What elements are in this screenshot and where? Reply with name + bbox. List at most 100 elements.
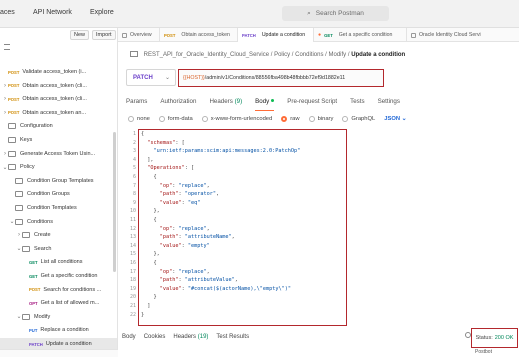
import-button[interactable]: Import — [92, 30, 116, 40]
tab-label: Pre-request Script — [287, 98, 338, 105]
tab-tests[interactable]: Tests — [350, 98, 364, 108]
top-bar: aces API Network Explore ⌕ Search Postma… — [0, 0, 519, 28]
sidebar-request[interactable]: PUT Replace a condition — [0, 324, 117, 336]
sidebar-request[interactable]: › POST Obtain access_token an... — [0, 107, 117, 119]
sidebar-scrollbar[interactable] — [113, 132, 116, 272]
code-line: }, — [141, 208, 160, 215]
line-number: 2 — [132, 139, 136, 146]
code-token: }, — [141, 208, 160, 215]
tab-pre-request-script[interactable]: Pre-request Script — [287, 98, 337, 108]
nav-explore[interactable]: Explore — [90, 9, 114, 16]
radio-none[interactable]: none — [128, 116, 150, 122]
tab-label: Tests — [350, 98, 365, 105]
sidebar-item-label: Get a specific condition — [40, 273, 98, 279]
sidebar-folder[interactable]: ⌄ Conditions — [0, 216, 117, 228]
tab-label: Obtain access_token — [181, 32, 230, 38]
code-line: "path": "operator", — [141, 191, 219, 197]
tab-label: Settings — [377, 98, 400, 105]
code-line: { — [141, 174, 157, 180]
sidebar-item-label: Obtain access_token (cli... — [22, 96, 87, 103]
radio-raw[interactable]: raw — [281, 116, 300, 122]
tab-update-condition[interactable]: PATCH Update a condition — [238, 28, 314, 42]
sidebar-folder[interactable]: Condition Templates — [0, 202, 117, 214]
response-tab-cookies[interactable]: Cookies — [144, 334, 166, 340]
sidebar-item-label: Generate Access Token Usin... — [20, 150, 96, 157]
sidebar-item-label: Obtain access_token (cli... — [22, 82, 87, 89]
code-token: "path" — [159, 191, 179, 198]
radio-graphql[interactable]: GraphQL — [342, 116, 375, 122]
sidebar-folder[interactable]: ⌄ Modify — [0, 311, 117, 323]
sidebar-folder[interactable]: Keys — [0, 134, 117, 146]
code-token: "replace" — [178, 182, 207, 189]
method-value: PATCH — [133, 74, 153, 81]
breadcrumb-separator: / — [270, 52, 273, 58]
folder-icon — [15, 218, 23, 225]
breadcrumb-item[interactable]: Conditions — [295, 52, 323, 58]
line-number: 20 — [129, 294, 136, 301]
method-select[interactable]: PATCH ⌄ — [126, 69, 176, 86]
code-token: { — [141, 174, 157, 180]
sidebar-folder[interactable]: › Generate Access Token Usin... — [0, 148, 117, 160]
radio-binary[interactable]: binary — [308, 116, 333, 122]
sidebar-request[interactable]: POST Validate access_token (i... — [0, 66, 117, 78]
sidebar-folder[interactable]: Configuration — [0, 120, 117, 132]
radio-form-data[interactable]: form-data — [158, 116, 193, 122]
breadcrumb-item[interactable]: REST_API_for_Oracle_Identity_Cloud_Servi… — [144, 52, 269, 58]
tab-headers[interactable]: Headers (9) — [209, 98, 242, 108]
sidebar-folder[interactable]: Condition Groups — [0, 188, 117, 200]
tab-overview[interactable]: Overview — [118, 28, 160, 42]
sidebar-request[interactable]: POST Search for conditions ... — [0, 284, 117, 296]
sidebar-request[interactable]: GET Get a specific condition — [0, 270, 117, 282]
sidebar-folder[interactable]: › Create — [0, 229, 117, 241]
code-token: }, — [141, 251, 160, 258]
line-number: 9 — [132, 199, 136, 206]
response-tab-body[interactable]: Body — [122, 334, 136, 340]
breadcrumb-item[interactable]: Modify — [329, 52, 347, 58]
sidebar-request[interactable]: OPT Get a list of allowed m... — [0, 297, 117, 309]
sidebar-folder[interactable]: Condition Group Templates — [0, 175, 117, 187]
url-input[interactable]: {{HOST}} /admin/v1/Conditions/88556fba49… — [178, 69, 384, 87]
sidebar-folder[interactable]: ⌄ Search — [0, 243, 117, 255]
search-icon: ⌕ — [307, 9, 311, 17]
tab-settings[interactable]: Settings — [378, 98, 400, 108]
code-token: "attributeName" — [184, 234, 232, 241]
code-line: "urn:ietf:params:scim:api:messages:2.0:P… — [141, 148, 301, 154]
sidebar-item-label: Get a list of allowed m... — [40, 300, 100, 307]
format-select[interactable]: JSON ⌄ — [384, 116, 406, 122]
line-number: 4 — [132, 156, 136, 163]
sidebar-request[interactable]: › POST Obtain access_token (cli... — [0, 93, 117, 105]
code-token: } — [141, 311, 145, 318]
tab-params[interactable]: Params — [126, 98, 147, 108]
sidebar-item-label: Conditions — [27, 218, 53, 225]
new-button[interactable]: New — [70, 30, 90, 40]
tab-get-specific-condition[interactable]: ● GET Get a specific condition — [314, 28, 407, 42]
code-line: "path": "attributeValue", — [141, 277, 238, 283]
radio-label: form-data — [167, 116, 193, 122]
line-number: 17 — [129, 268, 136, 275]
code-line: { — [141, 217, 156, 223]
tab-authorization[interactable]: Authorization — [160, 98, 196, 108]
breadcrumb-item[interactable]: Policy — [274, 52, 290, 58]
search-input[interactable]: ⌕ Search Postman — [282, 6, 389, 21]
sidebar-request[interactable]: › POST Obtain access_token (cli... — [0, 80, 117, 92]
line-number: 5 — [132, 165, 136, 172]
tab-oracle-identity[interactable]: Oracle Identity Cloud Servi — [407, 28, 519, 42]
response-tab-test-results[interactable]: Test Results — [216, 334, 249, 340]
breadcrumb-separator: / — [325, 52, 327, 58]
postbot-button[interactable]: Postbot — [475, 349, 492, 355]
radio-icon — [201, 116, 208, 122]
radio-icon — [158, 116, 165, 122]
response-tab-headers[interactable]: Headers (19) — [173, 334, 208, 340]
radio-urlencoded[interactable]: x-www-form-urlencoded — [201, 116, 272, 122]
tab-obtain-access-token[interactable]: POST Obtain access_token — [160, 28, 238, 42]
sidebar-folder[interactable]: ⌄ Policy — [0, 161, 117, 173]
nav-workspaces[interactable]: aces — [0, 9, 15, 16]
nav-api-network[interactable]: API Network — [33, 9, 72, 16]
tab-body[interactable]: Body — [255, 98, 275, 111]
sidebar-item-label: Configuration — [20, 123, 53, 130]
sidebar-request[interactable]: GET List all conditions — [0, 256, 117, 268]
filter-icon[interactable] — [4, 44, 10, 50]
overview-icon — [122, 32, 127, 38]
